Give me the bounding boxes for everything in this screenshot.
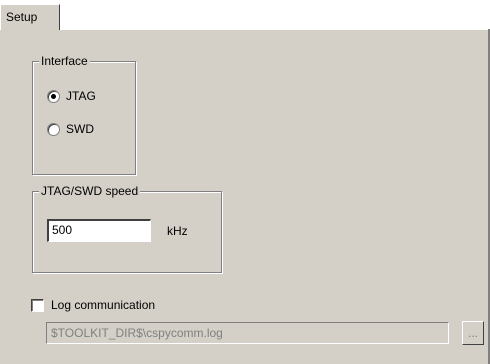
tab-setup-label: Setup	[6, 10, 38, 24]
interface-group: Interface JTAG SWD	[32, 54, 136, 175]
log-communication-label: Log communication	[51, 298, 156, 312]
radio-jtag[interactable]: JTAG	[47, 89, 96, 103]
speed-group: JTAG/SWD speed 500 kHz	[32, 184, 222, 273]
browse-button[interactable]: ...	[462, 321, 484, 345]
radio-swd[interactable]: SWD	[47, 122, 94, 136]
log-path-field[interactable]: $TOOLKIT_DIR$\cspycomm.log	[46, 322, 449, 344]
radio-jtag-label: JTAG	[66, 89, 96, 103]
radio-jtag-button[interactable]	[47, 89, 60, 103]
speed-input[interactable]: 500	[47, 219, 151, 242]
radio-swd-label: SWD	[66, 122, 94, 136]
speed-group-title: JTAG/SWD speed	[39, 184, 141, 198]
speed-unit: kHz	[167, 224, 188, 238]
log-communication-checkbox[interactable]	[31, 299, 44, 312]
radio-swd-button[interactable]	[47, 122, 60, 136]
tab-setup[interactable]: Setup	[0, 4, 60, 30]
interface-group-title: Interface	[39, 54, 90, 68]
